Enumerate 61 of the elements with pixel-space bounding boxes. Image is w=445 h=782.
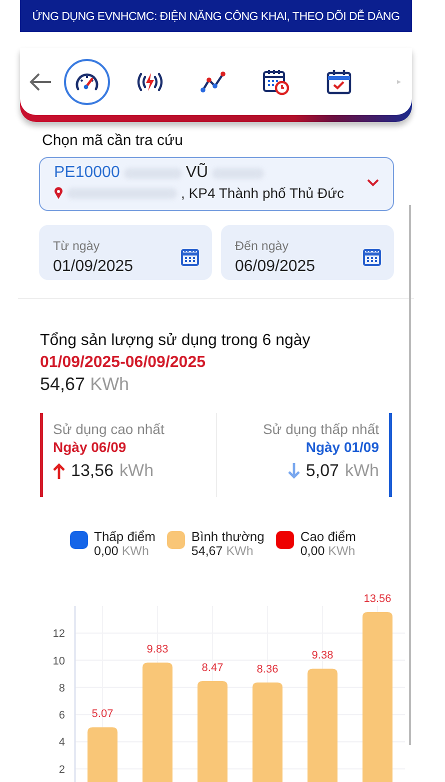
nav-tab[interactable] bbox=[64, 58, 110, 104]
legend-name: Bình thường bbox=[191, 529, 264, 544]
data-label: 13.56 bbox=[364, 592, 392, 605]
unit-label: KWh bbox=[226, 544, 254, 558]
unit-label: KWh bbox=[122, 544, 149, 558]
calendar-clock-icon bbox=[262, 68, 290, 96]
arrow-up-icon bbox=[53, 463, 65, 479]
back-icon[interactable] bbox=[28, 70, 54, 92]
extreme-label: Sử dụng thấp nhất bbox=[262, 421, 379, 437]
bar bbox=[88, 727, 118, 782]
extreme-value: 13,56 bbox=[71, 461, 114, 481]
account-code: PE10000 bbox=[54, 164, 120, 182]
calendar-check-icon bbox=[325, 68, 353, 96]
location-pin-icon bbox=[54, 187, 63, 199]
date-label: Từ ngày bbox=[53, 238, 101, 252]
legend-value: 0,00 bbox=[300, 544, 325, 558]
extreme-day: Ngày 01/09 bbox=[306, 439, 379, 455]
date-range: 01/09/2025-06/09/2025 bbox=[40, 354, 206, 372]
legend-name: Thấp điểm bbox=[94, 529, 156, 544]
data-label: 9.83 bbox=[146, 644, 168, 656]
date-field[interactable]: Đến ngày 06/09/2025 bbox=[221, 225, 394, 280]
scroll-hint-icon bbox=[396, 78, 402, 84]
legend-value: 0,00 bbox=[94, 544, 118, 558]
y-tick-label: 8 bbox=[58, 682, 65, 694]
unit-label: kWh bbox=[345, 461, 379, 481]
date-value: 06/09/2025 bbox=[235, 258, 316, 276]
legend-value: 54,67 bbox=[191, 544, 223, 558]
extreme-value: 5,07 bbox=[306, 461, 339, 481]
arrow-down-icon bbox=[288, 463, 300, 479]
lightning-signal-icon bbox=[135, 70, 165, 92]
y-tick-label: 4 bbox=[58, 736, 65, 749]
total-value: 54,67 bbox=[40, 374, 86, 394]
unit-label: kWh bbox=[120, 461, 154, 481]
chevron-down-icon bbox=[367, 179, 379, 187]
extreme-label: Sử dụng cao nhất bbox=[53, 421, 164, 437]
date-value: 01/09/2025 bbox=[53, 258, 134, 276]
banner-title: ỨNG DỤNG EVNHCMC: ĐIỆN NĂNG CÔNG KHAI, THEO DÕI DỄ DÀNG bbox=[20, 0, 412, 32]
y-tick-label: 2 bbox=[58, 764, 65, 776]
unit-label: KWh bbox=[90, 374, 130, 394]
y-tick-label: 12 bbox=[52, 628, 65, 640]
speedometer-icon bbox=[74, 70, 100, 92]
scrollbar[interactable] bbox=[409, 205, 411, 745]
unit-label: KWh bbox=[328, 544, 356, 558]
extreme-day: Ngày 06/09 bbox=[53, 439, 126, 455]
data-label: 8.36 bbox=[256, 664, 278, 676]
legend-name: Cao điểm bbox=[300, 529, 356, 544]
account-address: , KP4 Thành phố Thủ Đức bbox=[181, 185, 344, 201]
data-label: 8.47 bbox=[202, 662, 224, 674]
lookup-label: Chọn mã cần tra cứu bbox=[42, 132, 184, 149]
y-tick-label: 6 bbox=[58, 710, 65, 722]
summary-title: Tổng sản lượng sử dụng trong 6 ngày bbox=[40, 332, 312, 350]
calendar-icon bbox=[180, 247, 200, 267]
data-label: 5.07 bbox=[92, 708, 114, 720]
y-tick-label: 10 bbox=[52, 655, 65, 668]
date-field[interactable]: Từ ngày 01/09/2025 bbox=[39, 225, 212, 280]
data-label: 9.38 bbox=[312, 650, 334, 662]
calendar-icon bbox=[362, 247, 382, 267]
account-dropdown[interactable]: PE10000 VŨ , KP4 Thành phố Thủ Đức bbox=[39, 157, 394, 211]
line-chart-icon bbox=[200, 70, 226, 92]
date-label: Đến ngày bbox=[235, 238, 290, 252]
account-name: VŨ bbox=[186, 164, 208, 182]
